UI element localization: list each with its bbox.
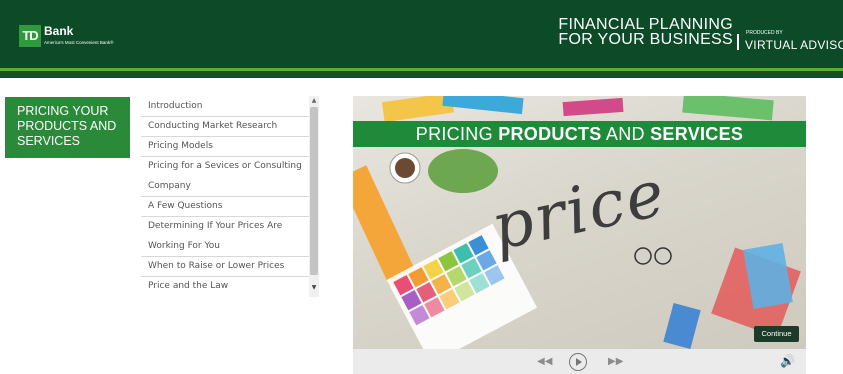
volume-icon[interactable]: 🔊 xyxy=(780,349,795,374)
video-frame[interactable]: PRICING PRODUCTS AND SERVICES price Cont… xyxy=(353,96,806,349)
toc-item-determining-prices[interactable]: Determining If Your Prices Are xyxy=(141,216,309,236)
course-title: FINANCIAL PLANNING FOR YOUR BUSINESS xyxy=(558,16,733,48)
toc-item-few-questions[interactable]: A Few Questions xyxy=(141,196,309,217)
bank-name: Bank xyxy=(44,24,74,38)
rewind-icon[interactable]: ◀◀ xyxy=(537,349,552,374)
play-icon xyxy=(576,358,582,366)
toc-item-determining-prices-cont[interactable]: Working For You xyxy=(141,236,309,257)
player-controls: ◀◀ ▶▶ 🔊 xyxy=(353,349,806,374)
course-title-line1: FINANCIAL PLANNING xyxy=(558,16,733,33)
fast-forward-icon[interactable]: ▶▶ xyxy=(608,349,623,374)
td-logo: TD xyxy=(19,25,41,47)
toc-item-pricing-services[interactable]: Pricing for a Sevices or Consulting xyxy=(141,156,309,176)
toc-item-pricing-services-cont[interactable]: Company xyxy=(141,176,309,197)
header-bottom-line xyxy=(0,71,843,78)
video-title-bar: PRICING PRODUCTS AND SERVICES xyxy=(353,121,806,147)
scroll-down-arrow-icon[interactable]: ▼ xyxy=(309,282,319,294)
toc-item-pricing-models[interactable]: Pricing Models xyxy=(141,136,309,157)
section-badge-line1: PRICING YOUR xyxy=(17,104,109,118)
bank-tagline: America's Most Convenient Bank® xyxy=(44,40,114,45)
video-player: PRICING PRODUCTS AND SERVICES price Cont… xyxy=(353,96,806,374)
section-badge-line2: PRODUCTS AND xyxy=(17,119,117,133)
header-divider xyxy=(737,34,739,50)
produced-by-label: PRODUCED BY xyxy=(746,30,783,36)
section-badge-line3: SERVICES xyxy=(17,134,80,148)
toc-item-price-and-law[interactable]: Price and the Law xyxy=(141,276,309,296)
producer-name: VIRTUAL ADVISOR xyxy=(745,38,843,52)
table-of-contents: Introduction Conducting Market Research … xyxy=(141,96,319,297)
course-title-line2: FOR YOUR BUSINESS xyxy=(558,31,733,48)
scroll-up-arrow-icon[interactable]: ▲ xyxy=(309,96,319,106)
section-badge: PRICING YOUR PRODUCTS AND SERVICES xyxy=(5,97,130,158)
play-button[interactable] xyxy=(569,353,587,371)
toc-scroll-thumb[interactable] xyxy=(310,107,318,275)
continue-button[interactable]: Continue xyxy=(754,326,799,342)
toc-item-market-research[interactable]: Conducting Market Research xyxy=(141,116,309,137)
header: TD Bank America's Most Convenient Bank® … xyxy=(0,0,843,78)
toc-item-raise-lower-prices[interactable]: When to Raise or Lower Prices xyxy=(141,256,309,277)
toc-item-introduction[interactable]: Introduction xyxy=(141,96,309,117)
